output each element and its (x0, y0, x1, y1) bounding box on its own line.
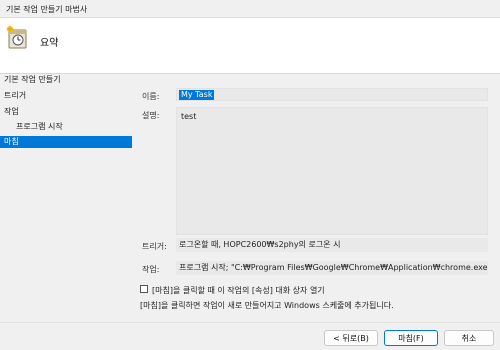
description-value: test (181, 112, 197, 121)
finish-button[interactable]: 마침(F) (384, 330, 438, 346)
description-label: 설명: (142, 111, 160, 120)
open-properties-checkbox[interactable] (140, 285, 148, 293)
page-title: 요약 (40, 38, 59, 49)
name-value: My Task (179, 90, 215, 100)
sidebar-item-finish[interactable]: 마침 (0, 136, 132, 148)
open-properties-label[interactable]: [마침]을 클릭할 때 이 작업의 [속성] 대화 상자 열기 (152, 285, 325, 296)
window-title: 기본 작업 만들기 마법사 (6, 5, 88, 14)
name-label: 이름: (142, 92, 160, 101)
name-field[interactable]: My Task (176, 88, 488, 101)
footer-divider (0, 322, 500, 323)
trigger-value: 로그온할 때, HOPC2600₩s2phy의 로그온 시 (176, 238, 488, 252)
cancel-button[interactable]: 취소 (444, 330, 494, 346)
sidebar-item-trigger[interactable]: 트리거 (4, 90, 26, 102)
sidebar-item-start-program[interactable]: 프로그램 시작 (16, 121, 63, 133)
wizard-header: 요약 (0, 18, 500, 74)
title-bar: 기본 작업 만들기 마법사 (0, 0, 500, 18)
description-field[interactable]: test (176, 107, 488, 235)
sidebar-item-action[interactable]: 작업 (4, 106, 19, 118)
trigger-label: 트리거: (142, 242, 167, 251)
sidebar-item-create-basic-task[interactable]: 기본 작업 만들기 (4, 74, 61, 86)
back-button[interactable]: < 뒤로(B) (324, 330, 378, 346)
finish-hint-text: [마침]을 클릭하면 작업이 새로 만들어지고 Windows 스케줄에 추가됩… (140, 301, 394, 310)
task-clock-icon (6, 25, 27, 49)
action-label: 작업: (142, 265, 160, 274)
action-value: 프로그램 시작; "C:₩Program Files₩Google₩Chrome… (176, 261, 488, 275)
